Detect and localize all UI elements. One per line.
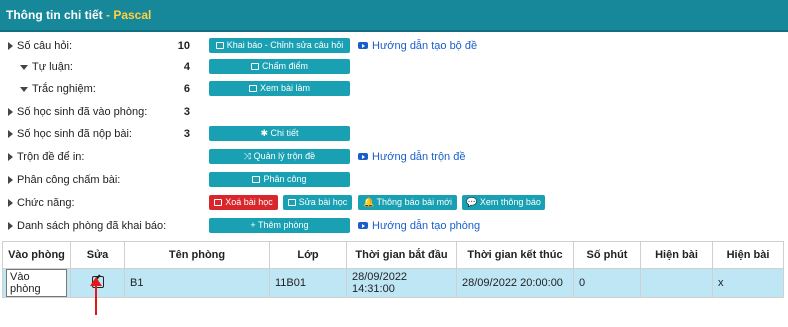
guide-create-room-link[interactable]: Hướng dẫn tạo phòng — [358, 220, 480, 232]
youtube-icon — [358, 42, 368, 49]
questions-count: 10 — [177, 40, 190, 52]
assign-button[interactable]: Phân công — [209, 172, 350, 187]
col-header-class: Lớp — [269, 241, 347, 269]
view-notices-button[interactable]: 💬 Xem thông báo — [462, 195, 545, 210]
col-header-enter: Vào phòng — [2, 241, 71, 269]
essay-count: 4 — [183, 61, 190, 73]
enter-room-button[interactable]: Vào phòng — [6, 269, 67, 297]
col-header-end-time: Thời gian kết thúc — [456, 241, 574, 269]
col-header-room-name: Tên phòng — [124, 241, 270, 269]
row-essay: Tự luận: 4 Chấm điểm — [0, 58, 788, 76]
row-rooms: Danh sách phòng đã khai báo: + Thêm phòn… — [0, 217, 788, 235]
guide-create-test-link[interactable]: Hướng dẫn tạo bộ đề — [358, 40, 477, 52]
title-bar: Thông tin chi tiết - Pascal — [0, 0, 788, 32]
row-assign: Phân công chấm bài: Phân công — [0, 171, 788, 189]
entered-count: 3 — [183, 106, 190, 118]
caret-down-icon — [20, 86, 28, 92]
questions-label: Số câu hỏi: — [8, 40, 72, 52]
cell-end-time: 28/09/2022 20:00:00 — [456, 268, 574, 298]
submitted-count: 3 — [183, 128, 190, 140]
rooms-label: Danh sách phòng đã khai báo: — [8, 220, 166, 232]
asterisk-icon: ✱ — [260, 128, 271, 138]
file-icon — [248, 85, 257, 92]
caret-right-icon — [8, 153, 13, 162]
row-mix: Trộn đề để in: ⤨ Quản lý trộn đề Hướng d… — [0, 148, 788, 166]
cell-room-name: B1 — [124, 268, 270, 298]
youtube-icon — [358, 153, 368, 160]
mcq-count: 6 — [183, 83, 190, 95]
trash-icon — [214, 199, 223, 206]
add-room-button[interactable]: + Thêm phòng — [209, 218, 350, 233]
edit-lesson-button[interactable]: Sửa bài học — [283, 195, 352, 210]
row-questions: Số câu hỏi: 10 Khai báo - Chỉnh sửa câu … — [0, 37, 788, 55]
view-submissions-button[interactable]: Xem bài làm — [209, 81, 350, 96]
grade-button[interactable]: Chấm điểm — [209, 59, 350, 74]
mcq-label: Trắc nghiệm: — [20, 83, 96, 95]
cell-class: 11B01 — [269, 268, 347, 298]
shuffle-icon: ⤨ — [243, 151, 254, 161]
title-text: Thông tin chi tiết — [6, 8, 103, 22]
submitted-label: Số học sinh đã nộp bài: — [8, 128, 132, 140]
bell-icon: 🔔 — [363, 197, 377, 207]
entered-label: Số học sinh đã vào phòng: — [8, 106, 147, 118]
row-functions: Chức năng: Xoá bài học Sửa bài học 🔔 Thô… — [0, 194, 788, 212]
grade-icon — [250, 63, 259, 70]
details-button[interactable]: ✱ Chi tiết — [209, 126, 350, 141]
caret-right-icon — [8, 176, 13, 185]
row-entered: Số học sinh đã vào phòng: 3 — [0, 103, 788, 121]
cell-show-2: x — [712, 268, 784, 298]
title-separator: - — [102, 8, 114, 22]
essay-label: Tự luận: — [20, 61, 73, 73]
assign-label: Phân công chấm bài: — [8, 174, 120, 186]
col-header-start-time: Thời gian bắt đầu — [346, 241, 457, 269]
table-header-row: Vào phòng Sửa Tên phòng Lớp Thời gian bắ… — [2, 241, 784, 269]
delete-lesson-button[interactable]: Xoá bài học — [209, 195, 278, 210]
col-header-show-1: Hiện bài — [640, 241, 713, 269]
edit-questions-button[interactable]: Khai báo - Chỉnh sửa câu hỏi — [209, 38, 350, 53]
chat-icon: 💬 — [466, 197, 480, 207]
cell-enter: Vào phòng — [2, 268, 71, 298]
subject-name: Pascal — [113, 8, 152, 22]
rooms-table: Vào phòng Sửa Tên phòng Lớp Thời gian bắ… — [2, 241, 784, 298]
mix-label: Trộn đề để in: — [8, 151, 84, 163]
caret-right-icon — [8, 130, 13, 139]
edit-icon — [287, 199, 296, 206]
functions-label: Chức năng: — [8, 197, 75, 209]
cell-minutes: 0 — [573, 268, 641, 298]
caret-right-icon — [8, 42, 13, 51]
col-header-edit: Sửa — [70, 241, 125, 269]
cell-start-time: 28/09/2022 14:31:00 — [346, 268, 457, 298]
notify-new-lesson-button[interactable]: 🔔 Thông báo bài mới — [358, 195, 457, 210]
caret-down-icon — [20, 64, 28, 70]
youtube-icon — [358, 222, 368, 229]
calendar-icon — [252, 176, 261, 183]
caret-right-icon — [8, 108, 13, 117]
cell-show-1 — [640, 268, 713, 298]
col-header-show-2: Hiện bài — [712, 241, 784, 269]
row-submitted: Số học sinh đã nộp bài: 3 ✱ Chi tiết — [0, 125, 788, 143]
arrow-shaft — [95, 283, 97, 315]
edit-icon — [215, 42, 224, 49]
caret-right-icon — [8, 199, 13, 208]
guide-mix-link[interactable]: Hướng dẫn trộn đề — [358, 151, 465, 163]
page-title: Thông tin chi tiết - Pascal — [6, 8, 151, 22]
table-row[interactable]: Vào phòng B1 11B01 28/09/2022 14:31:00 2… — [2, 268, 784, 298]
manage-mix-button[interactable]: ⤨ Quản lý trộn đề — [209, 149, 350, 164]
row-mcq: Trắc nghiệm: 6 Xem bài làm — [0, 80, 788, 98]
col-header-minutes: Số phút — [573, 241, 641, 269]
caret-right-icon — [8, 222, 13, 231]
